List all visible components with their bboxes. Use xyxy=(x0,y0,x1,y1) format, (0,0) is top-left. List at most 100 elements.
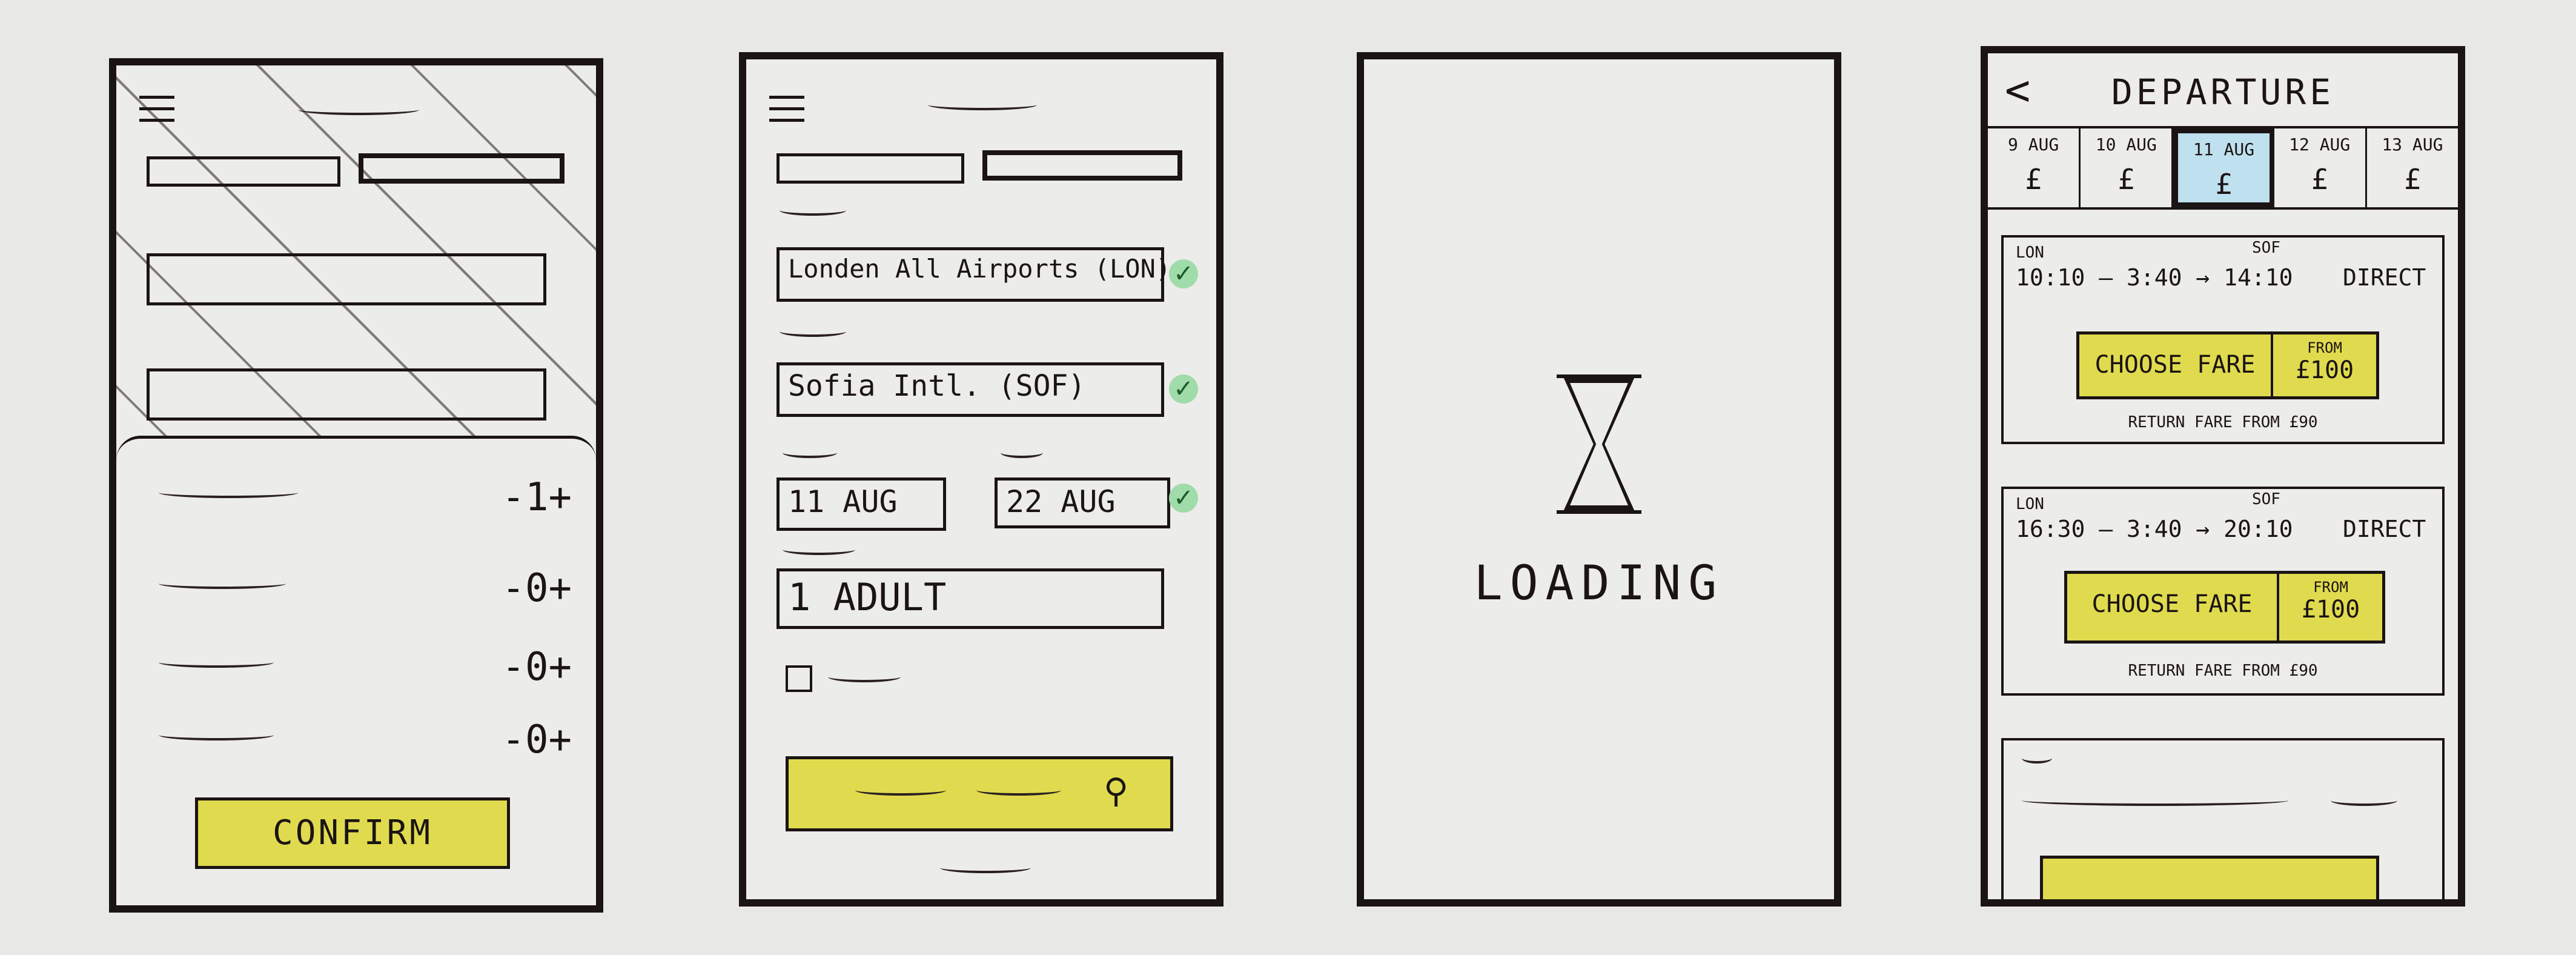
footer-link[interactable] xyxy=(940,862,1031,873)
date-price: £ xyxy=(2025,163,2042,196)
counter-row: -1+ xyxy=(159,475,572,524)
passenger-label xyxy=(159,487,298,498)
to-label xyxy=(780,326,846,337)
fare-price: £100 xyxy=(2295,356,2354,384)
date-tab[interactable]: 10 AUG £ xyxy=(2081,128,2174,207)
passenger-label xyxy=(159,657,274,668)
passengers-value: 1 ADULT xyxy=(788,575,947,619)
menu-icon xyxy=(139,96,174,130)
counter-row: -0+ xyxy=(159,717,572,766)
fare-price: £100 xyxy=(2301,596,2360,624)
times-placeholder xyxy=(2022,795,2288,806)
flight-times: 10:10 — 3:40 → 14:10 xyxy=(2016,264,2293,291)
to-field xyxy=(147,368,546,421)
passenger-stepper[interactable]: -1+ xyxy=(502,475,572,520)
loading-text: LOADING xyxy=(1474,556,1724,611)
from-label: FROM xyxy=(2307,339,2342,356)
check-icon: ✓ xyxy=(1169,484,1198,513)
loading-screen: LOADING xyxy=(1357,52,1841,907)
results-screen: < DEPARTURE 9 AUG £ 10 AUG £ 11 AUG £ 12… xyxy=(1981,46,2465,907)
date-label: 9 AUG xyxy=(2007,135,2059,155)
from-label: FROM xyxy=(2313,579,2348,596)
date-price: £ xyxy=(2117,163,2135,196)
origin-code: LON xyxy=(2016,495,2044,513)
from-field xyxy=(147,253,546,305)
passenger-screen: -1+ -0+ -0+ -0+ CONFIRM xyxy=(109,58,603,913)
return-fare-note: RETURN FARE FROM £90 xyxy=(2128,413,2318,431)
date-tab[interactable]: 13 AUG £ xyxy=(2367,128,2458,207)
return-label xyxy=(1001,447,1043,458)
flight-card: LON SOF 10:10 — 3:40 → 14:10 DIRECT CHOO… xyxy=(2001,235,2445,444)
choose-fare-button[interactable]: CHOOSE FARE FROM £100 xyxy=(2064,571,2385,644)
choose-fare-button[interactable]: CHOOSE FARE FROM £100 xyxy=(2076,331,2379,399)
date-label: 13 AUG xyxy=(2382,135,2443,155)
date-label: 11 AUG xyxy=(2193,139,2255,159)
search-button[interactable]: ⚲ xyxy=(786,756,1173,831)
date-strip: 9 AUG £ 10 AUG £ 11 AUG £ 12 AUG £ 13 AU… xyxy=(1988,126,2458,210)
tab-return xyxy=(359,153,565,184)
from-label xyxy=(780,205,846,216)
choose-fare-button[interactable] xyxy=(2040,856,2379,899)
passenger-stepper[interactable]: -0+ xyxy=(502,566,572,611)
passenger-label xyxy=(159,730,274,740)
confirm-button[interactable]: CONFIRM xyxy=(195,797,510,869)
page-title: DEPARTURE xyxy=(2111,72,2335,113)
menu-icon[interactable] xyxy=(769,96,804,130)
return-fare-note: RETURN FARE FROM £90 xyxy=(2128,662,2318,680)
flight-type: DIRECT xyxy=(2343,264,2426,291)
title-placeholder xyxy=(298,104,419,115)
date-tab[interactable]: 9 AUG £ xyxy=(1988,128,2081,207)
return-date-field[interactable]: 22 AUG xyxy=(995,478,1170,528)
search-label xyxy=(976,785,1061,796)
passenger-sheet: -1+ -0+ -0+ -0+ CONFIRM xyxy=(116,436,596,905)
check-icon: ✓ xyxy=(1169,259,1198,288)
checkbox-label xyxy=(828,671,901,682)
flight-times: 16:30 — 3:40 → 20:10 xyxy=(2016,516,2293,542)
flight-type: DIRECT xyxy=(2343,516,2426,542)
search-label xyxy=(855,785,946,796)
depart-date-value: 11 AUG xyxy=(788,484,898,519)
checkbox[interactable] xyxy=(786,665,812,692)
tab-return[interactable] xyxy=(982,150,1182,181)
passengers-label xyxy=(783,544,855,555)
depart-date-field[interactable]: 11 AUG xyxy=(776,478,946,531)
from-field[interactable]: Londen All Airports (LON) xyxy=(776,247,1171,302)
title-placeholder xyxy=(928,99,1037,110)
destination-code: SOF xyxy=(2252,239,2280,257)
destination-code: SOF xyxy=(2252,490,2280,508)
fare-price-box: FROM £100 xyxy=(2273,334,2376,396)
choose-fare-label: CHOOSE FARE xyxy=(2067,574,2279,641)
date-label: 12 AUG xyxy=(2289,135,2351,155)
depart-label xyxy=(783,447,837,458)
tab-one-way[interactable] xyxy=(776,153,964,184)
date-price: £ xyxy=(2311,163,2328,196)
counter-row: -0+ xyxy=(159,645,572,693)
passenger-label xyxy=(159,578,286,589)
counter-row: -0+ xyxy=(159,566,572,614)
origin-code: LON xyxy=(2016,244,2044,262)
hourglass-icon xyxy=(1557,374,1641,514)
date-tab[interactable]: 12 AUG £ xyxy=(2274,128,2367,207)
tab-one-way xyxy=(147,156,340,187)
date-price: £ xyxy=(2404,163,2421,196)
choose-fare-label: CHOOSE FARE xyxy=(2079,334,2273,396)
search-screen: Londen All Airports (LON) ✓ Sofia Intl. … xyxy=(739,52,1223,907)
flight-card xyxy=(2001,738,2445,899)
search-icon: ⚲ xyxy=(1104,771,1129,811)
check-icon: ✓ xyxy=(1169,374,1198,404)
passengers-field[interactable]: 1 ADULT xyxy=(776,568,1164,629)
to-value: Sofia Intl. (SOF) xyxy=(788,369,1086,403)
date-tab-selected[interactable]: 11 AUG £ xyxy=(2173,128,2274,207)
date-label: 10 AUG xyxy=(2095,135,2157,155)
to-field[interactable]: Sofia Intl. (SOF) xyxy=(776,362,1164,417)
fare-price-box: FROM £100 xyxy=(2279,574,2382,641)
from-value: Londen All Airports (LON) xyxy=(788,254,1171,284)
return-date-value: 22 AUG xyxy=(1006,484,1116,519)
date-price: £ xyxy=(2215,168,2233,201)
passenger-stepper[interactable]: -0+ xyxy=(502,717,572,762)
flight-card: LON SOF 16:30 — 3:40 → 20:10 DIRECT CHOO… xyxy=(2001,487,2445,696)
passenger-stepper[interactable]: -0+ xyxy=(502,645,572,690)
wireframe-sheet: -1+ -0+ -0+ -0+ CONFIRM Londen All Airpo… xyxy=(0,0,2576,955)
type-placeholder xyxy=(2331,795,2397,806)
origin-placeholder xyxy=(2022,753,2052,764)
